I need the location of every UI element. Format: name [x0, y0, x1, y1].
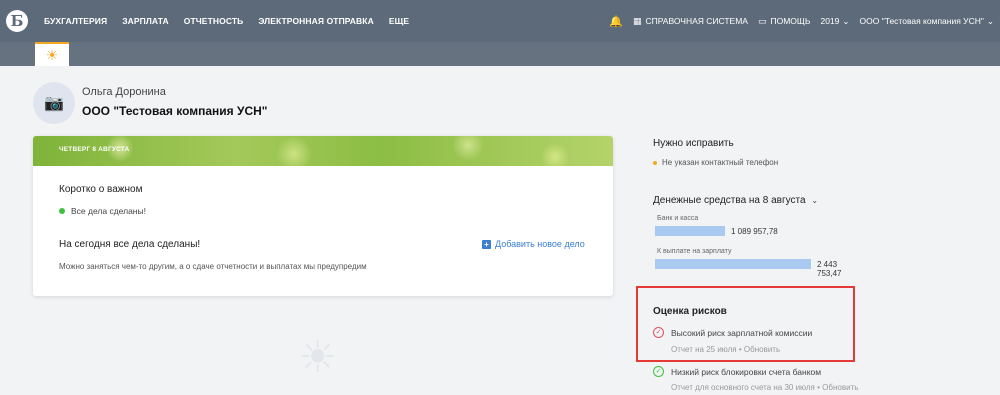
risk-report-line: Отчет на 25 июля • Обновить [671, 345, 780, 354]
risk-high-icon: ✓ [653, 327, 664, 338]
fix-title: Нужно исправить [653, 138, 734, 149]
today-title: На сегодня все дела сделаны! [59, 239, 201, 250]
risk-title: Оценка рисков [653, 306, 727, 317]
risk-label: Низкий риск блокировки счета банком [671, 366, 822, 377]
logo-icon[interactable]: Б [6, 10, 28, 32]
help-system-label: СПРАВОЧНАЯ СИСТЕМА [645, 16, 748, 26]
tab-today[interactable]: ☀ [35, 42, 69, 66]
fix-item-text: Не указан контактный телефон [662, 158, 779, 167]
risk-label: Высокий риск зарплатной комиссии [671, 327, 813, 338]
top-right-controls: 🔔 ▦ СПРАВОЧНАЯ СИСТЕМА ▭ ПОМОЩЬ 2019 ⌄ О… [599, 0, 994, 42]
add-task-label: Добавить новое дело [495, 239, 585, 249]
year-label: 2019 [820, 16, 840, 26]
year-selector[interactable]: 2019 ⌄ [820, 16, 849, 27]
today-card: ЧЕТВЕРГ 8 АВГУСТА Коротко о важном Все д… [33, 136, 613, 296]
book-icon: ▦ [632, 15, 642, 26]
banner-date: ЧЕТВЕРГ 8 АВГУСТА [59, 146, 130, 153]
brief-title: Коротко о важном [59, 184, 143, 195]
chevron-down-icon: ⌄ [811, 196, 819, 205]
refresh-link[interactable]: Обновить [744, 345, 780, 354]
nav-accounting[interactable]: БУХГАЛТЕРИЯ [44, 16, 107, 26]
sun-decoration-icon: ☀ [298, 333, 338, 382]
chevron-down-icon: ⌄ [986, 15, 994, 26]
user-name: Ольга Доронина [82, 86, 166, 98]
refresh-link[interactable]: Обновить [822, 383, 858, 392]
main-nav: БУХГАЛТЕРИЯ ЗАРПЛАТА ОТЧЕТНОСТЬ ЭЛЕКТРОН… [44, 0, 424, 42]
chat-icon: ▭ [757, 15, 767, 26]
money-bar-bank [655, 226, 725, 236]
today-description: Можно заняться чем-то другим, а о сдаче … [59, 262, 367, 271]
fix-item[interactable]: Не указан контактный телефон [653, 158, 778, 167]
money-chart: Банк и касса 1 089 957,78 К выплате на з… [655, 211, 855, 278]
money-value-bank: 1 089 957,78 [731, 227, 778, 236]
top-navigation-bar: Б БУХГАЛТЕРИЯ ЗАРПЛАТА ОТЧЕТНОСТЬ ЭЛЕКТР… [0, 0, 1000, 42]
plus-icon: + [482, 239, 491, 249]
avatar[interactable]: 📷 [33, 82, 75, 124]
brief-status: Все дела сделаны! [59, 206, 146, 216]
help-system-link[interactable]: ▦ СПРАВОЧНАЯ СИСТЕМА [633, 16, 748, 27]
chevron-down-icon: ⌄ [842, 15, 850, 26]
sun-icon: ☀ [45, 46, 59, 63]
nav-salary[interactable]: ЗАРПЛАТА [122, 16, 169, 26]
risk-item-salary-commission[interactable]: ✓ Высокий риск зарплатной комиссии [653, 327, 812, 338]
risk-report-date: Отчет для основного счета на 30 июля [671, 383, 815, 392]
nav-electronic-submission[interactable]: ЭЛЕКТРОННАЯ ОТПРАВКА [258, 16, 373, 26]
money-bar-salary [655, 259, 811, 269]
help-link[interactable]: ▭ ПОМОЩЬ [758, 16, 810, 27]
money-value-salary: 2 443 753,47 [817, 260, 842, 278]
nav-more[interactable]: ЕЩЕ [389, 16, 409, 26]
risk-low-icon: ✓ [653, 366, 664, 377]
warning-dot-icon [653, 160, 657, 165]
card-banner: ЧЕТВЕРГ 8 АВГУСТА [33, 136, 613, 166]
money-title-text: Денежные средства на 8 августа [653, 195, 806, 206]
risk-item-bank-block[interactable]: ✓ Низкий риск блокировки счета банком [653, 366, 821, 377]
add-task-button[interactable]: + Добавить новое дело [482, 239, 585, 249]
help-label: ПОМОЩЬ [770, 16, 811, 26]
risk-report-line: Отчет для основного счета на 30 июля • О… [671, 383, 858, 392]
money-label-bank: Банк и касса [657, 215, 699, 222]
company-selector[interactable]: ООО "Тестовая компания УСН" ⌄ [860, 16, 994, 27]
company-selector-label: ООО "Тестовая компания УСН" [859, 16, 984, 26]
money-title[interactable]: Денежные средства на 8 августа ⌄ [653, 195, 818, 206]
nav-reports[interactable]: ОТЧЕТНОСТЬ [184, 16, 244, 26]
money-label-salary: К выплате на зарплату [657, 248, 732, 255]
company-title: ООО "Тестовая компания УСН" [82, 104, 268, 118]
bell-icon[interactable]: 🔔 [609, 15, 623, 28]
status-dot-icon [59, 208, 65, 214]
risk-report-date: Отчет на 25 июля [671, 345, 737, 354]
sub-bar: ☀ [0, 42, 1000, 66]
brief-status-text: Все дела сделаны! [71, 206, 146, 216]
camera-icon: 📷 [44, 95, 64, 112]
